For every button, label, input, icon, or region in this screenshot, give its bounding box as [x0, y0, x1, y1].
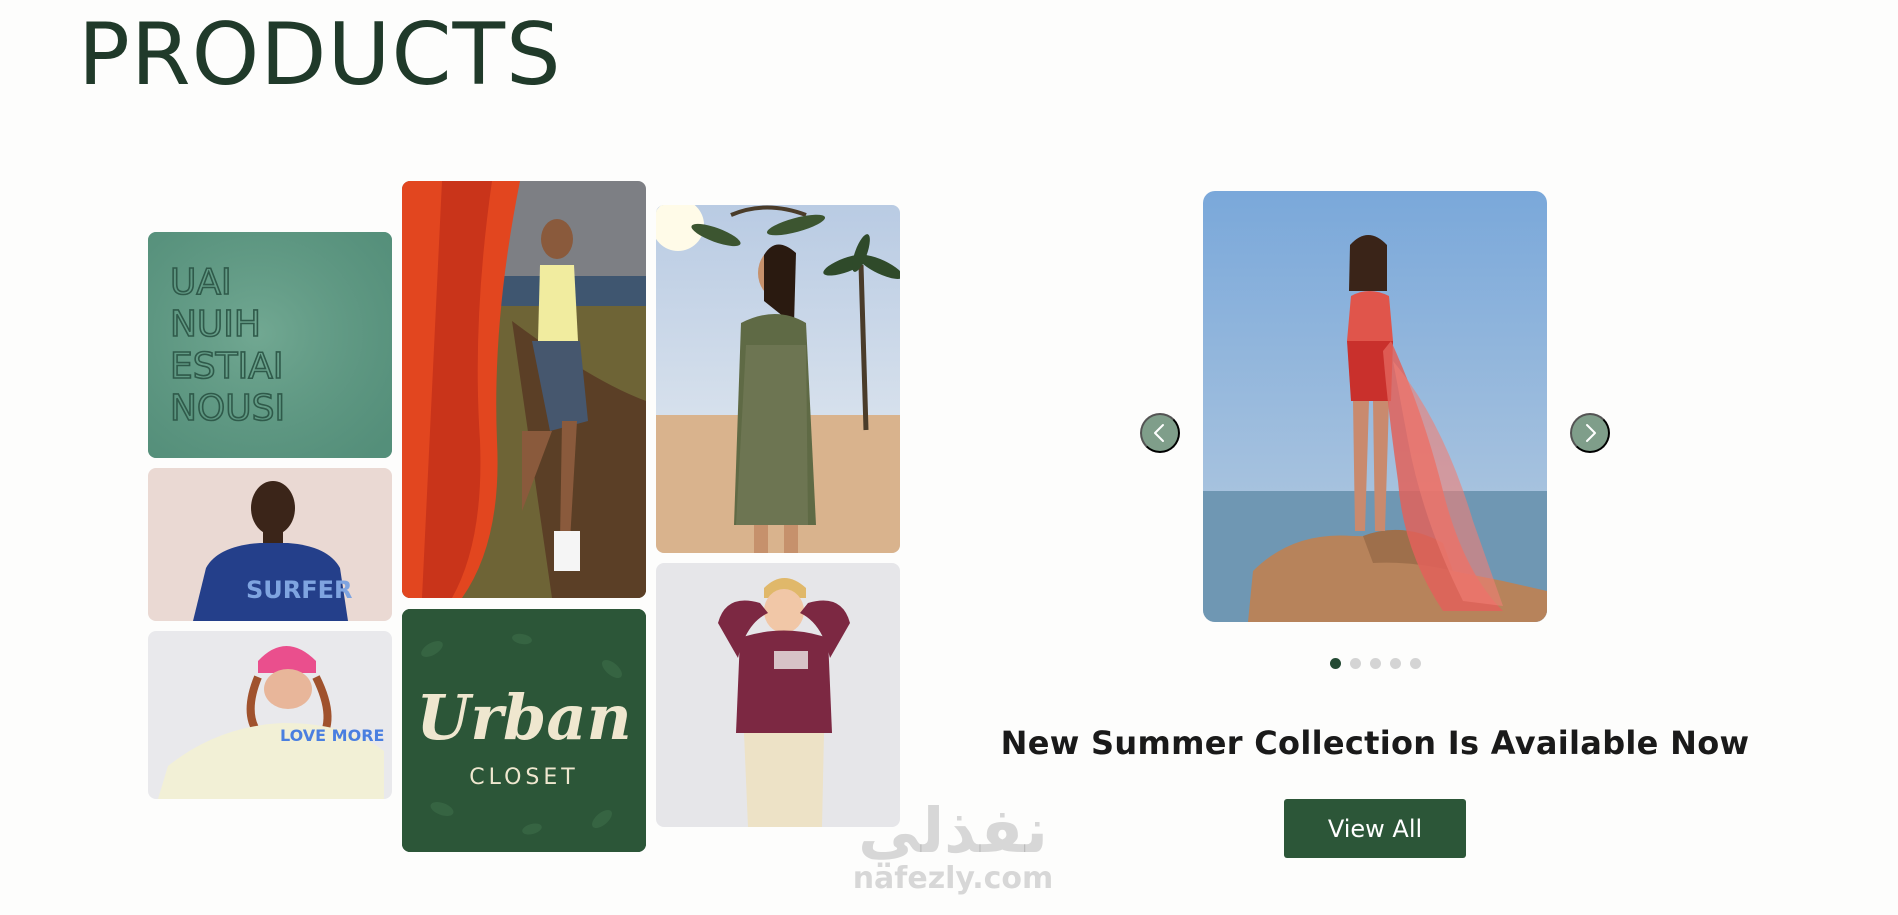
child-burgundy-image: [656, 563, 900, 827]
man-blue-tshirt-tile[interactable]: SURFER: [148, 468, 392, 621]
neon-sign-image: UAI NUIH ESTIAI NOUSI: [148, 232, 392, 458]
man-red-wall-tile[interactable]: [402, 181, 646, 598]
neon-line-1: UAI: [170, 262, 232, 303]
carousel-next-button[interactable]: [1570, 413, 1610, 453]
woman-beach-dress-tile[interactable]: [656, 205, 900, 553]
child-burgundy-tile[interactable]: [656, 563, 900, 827]
carousel-dot-4[interactable]: [1390, 658, 1401, 669]
carousel-dot-2[interactable]: [1350, 658, 1361, 669]
carousel-dot-3[interactable]: [1370, 658, 1381, 669]
man-red-wall-image: [402, 181, 646, 598]
logo-sub-text: CLOSET: [469, 765, 578, 790]
urban-closet-logo: Urban CLOSET: [402, 609, 646, 852]
neon-sign-tile[interactable]: UAI NUIH ESTIAI NOUSI: [148, 232, 392, 458]
watermark-latin: nafezly.com: [852, 861, 1054, 896]
urban-closet-logo-tile[interactable]: Urban CLOSET: [402, 609, 646, 852]
neon-line-4: NOUSI: [170, 388, 285, 429]
carousel-dot-1[interactable]: [1330, 658, 1341, 669]
carousel-pagination: [1330, 658, 1421, 669]
collection-headline: New Summer Collection Is Available Now: [1000, 724, 1750, 762]
carousel-prev-button[interactable]: [1140, 413, 1180, 453]
summer-collection-image: [1203, 191, 1547, 622]
carousel-dot-5[interactable]: [1410, 658, 1421, 669]
chevron-right-icon: [1586, 424, 1596, 442]
woman-pink-beanie-image: LOVE MORE: [148, 631, 392, 799]
carousel-slide[interactable]: [1203, 191, 1547, 622]
neon-line-3: ESTIAI: [170, 346, 283, 387]
logo-main-text: Urban: [416, 681, 631, 754]
woman-beach-dress-image: [656, 205, 900, 553]
chevron-left-icon: [1154, 424, 1164, 442]
neon-line-2: NUIH: [170, 304, 261, 345]
sweater-text: LOVE MORE: [280, 726, 384, 745]
shirt-text: SURFER: [246, 576, 353, 604]
woman-pink-beanie-tile[interactable]: LOVE MORE: [148, 631, 392, 799]
view-all-button[interactable]: View All: [1284, 799, 1466, 858]
man-blue-tshirt-image: SURFER: [148, 468, 392, 621]
page-title: PRODUCTS: [78, 5, 562, 105]
